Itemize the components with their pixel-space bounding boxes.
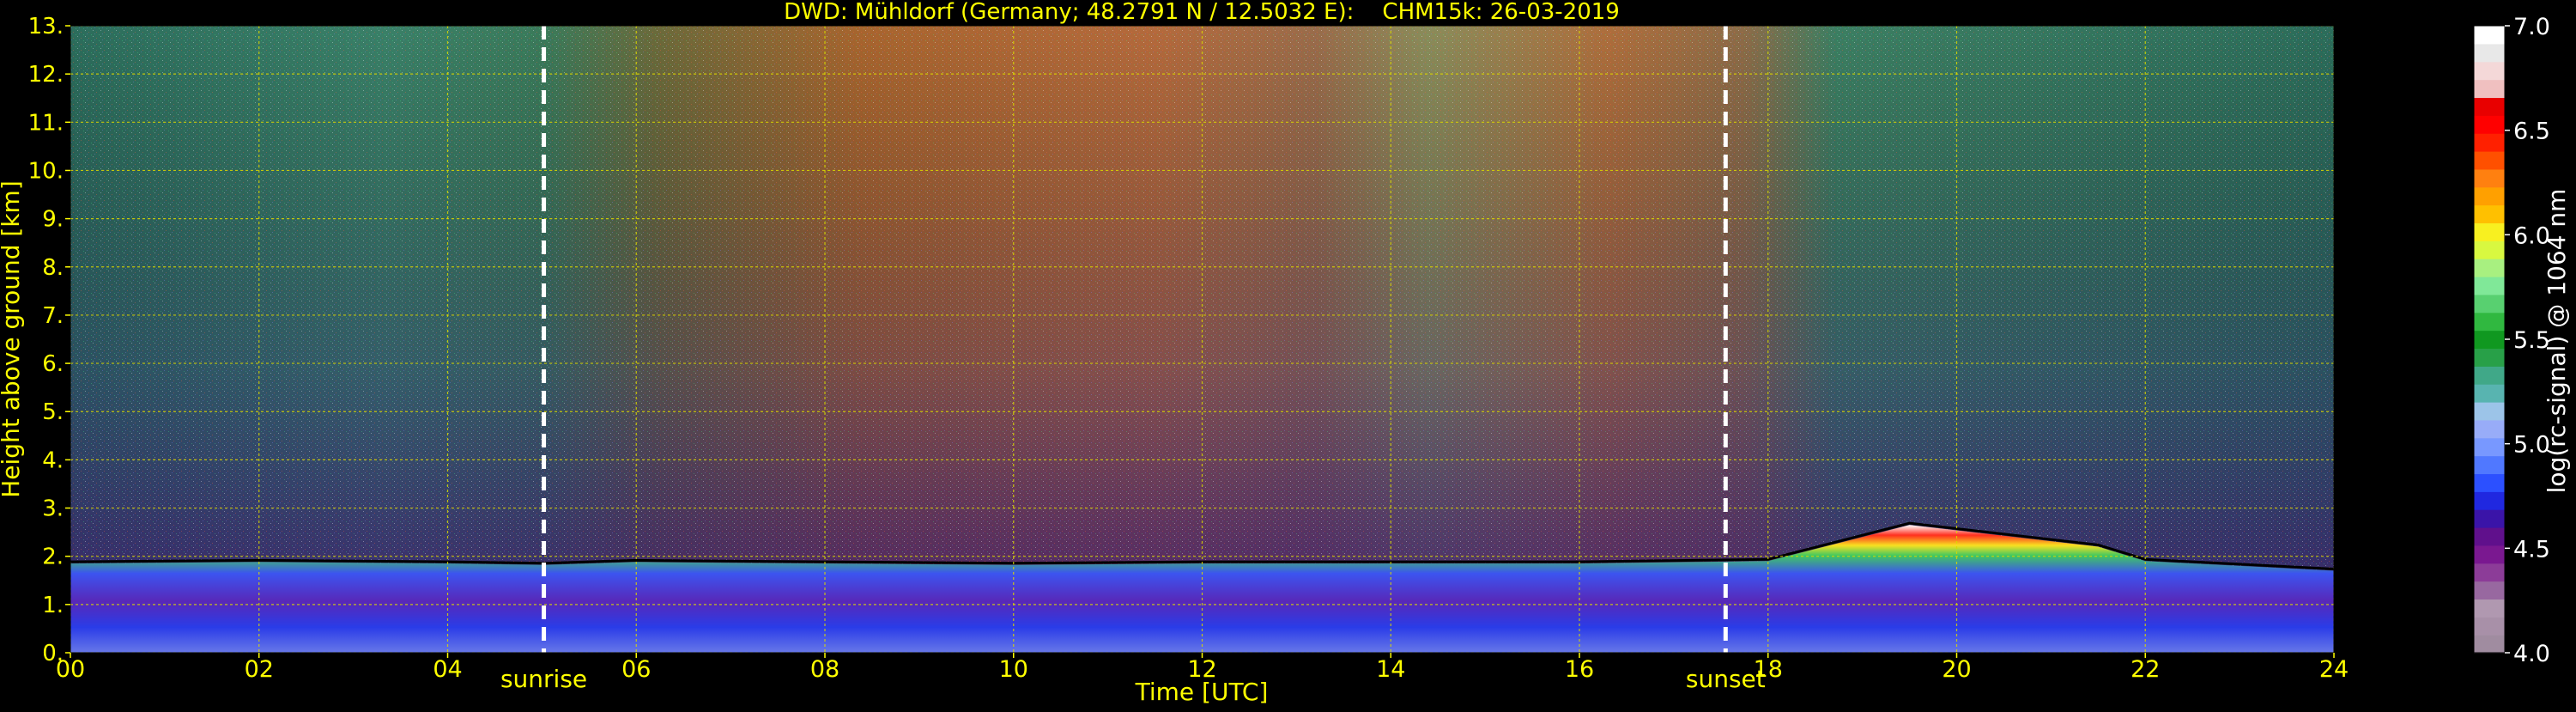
y-tick-label: 4.	[42, 447, 64, 473]
colorbar-segment	[2474, 617, 2505, 636]
chart-title: DWD: Mühldorf (Germany; 48.2791 N / 12.5…	[784, 0, 1620, 25]
colorbar-segment	[2474, 277, 2505, 295]
x-tick-label: 22	[2131, 656, 2160, 683]
y-tick-label: 8.	[42, 255, 64, 281]
colorbar-segment	[2474, 26, 2505, 45]
colorbar-segment	[2474, 240, 2505, 259]
sunrise-label: sunrise	[500, 665, 587, 693]
colorbar-segment	[2474, 186, 2505, 206]
sunset-label: sunset	[1686, 665, 1766, 693]
y-tick-label: 13.	[28, 14, 64, 40]
colorbar-segment	[2474, 527, 2505, 546]
colorbar-segment	[2474, 115, 2505, 134]
y-tick-label: 10.	[28, 158, 64, 184]
x-tick-label: 08	[810, 656, 839, 683]
y-tick-label: 1.	[42, 593, 64, 618]
colorbar-segment	[2474, 599, 2505, 618]
colorbar-segment	[2474, 79, 2505, 99]
x-tick-label: 20	[1942, 656, 1971, 683]
x-tick-label: 24	[2319, 656, 2349, 683]
y-tick-label: 9.	[42, 207, 64, 233]
y-tick-label: 6.	[42, 351, 64, 377]
colorbar-segment	[2474, 43, 2505, 63]
colorbar-segment	[2474, 168, 2505, 188]
chart-svg: 0.1.2.3.4.5.6.7.8.9.10.11.12.13. 00 02 04 0…	[0, 0, 2571, 706]
colorbar-tick-label: 7.0	[2513, 14, 2550, 40]
colorbar-segment	[2474, 581, 2505, 600]
y-tick-label: 5.	[42, 399, 64, 425]
colorbar-segment	[2474, 545, 2505, 564]
colorbar-tick-label: 4.0	[2513, 641, 2550, 667]
colorbar-segment	[2474, 402, 2505, 421]
colorbar-segment	[2474, 204, 2505, 224]
colorbar-segment	[2474, 384, 2505, 403]
x-axis-label: Time [UTC]	[1135, 678, 1269, 706]
y-tick-label: 2.	[42, 545, 64, 570]
colorbar-segment	[2474, 437, 2505, 457]
colorbar-segment	[2474, 133, 2505, 152]
colorbar-segment	[2474, 491, 2505, 510]
y-axis-ticks: 0.1.2.3.4.5.6.7.8.9.10.11.12.13.	[28, 14, 70, 666]
colorbar-segment	[2474, 222, 2505, 241]
colorbar-segment	[2474, 330, 2505, 350]
x-tick-label: 02	[245, 656, 274, 683]
x-tick-label: 04	[433, 656, 462, 683]
x-tick-label: 06	[621, 656, 651, 683]
y-tick-label: 7.	[42, 303, 64, 329]
colorbar-segment	[2474, 635, 2505, 654]
colorbar-tick-label: 4.5	[2513, 536, 2550, 563]
colorbar-segment	[2474, 294, 2505, 313]
y-tick-label: 3.	[42, 496, 64, 522]
ceilometer-chart: 0. 1. 2. 3. 4. 5. 6. 7. 8. 9. 10. 11. 12. 13. 00 02 04 0…	[0, 0, 2576, 708]
colorbar-label: log(rc-signal) @ 1064 nm	[2543, 189, 2571, 494]
colorbar-segment	[2474, 366, 2505, 385]
y-axis-label: Height above ground [km]	[0, 180, 25, 498]
x-tick-label: 00	[56, 656, 85, 683]
colorbar-tick-label: 6.5	[2513, 119, 2550, 145]
colorbar-segment	[2474, 312, 2505, 332]
colorbar-segment	[2474, 455, 2505, 475]
colorbar-segment	[2474, 473, 2505, 492]
y-tick-label: 11.	[28, 110, 64, 136]
colorbar-segment	[2474, 563, 2505, 582]
colorbar-segment	[2474, 348, 2505, 367]
colorbar-segment	[2474, 509, 2505, 528]
colorbar-segment	[2474, 151, 2505, 170]
y-tick-label: 12.	[28, 62, 64, 88]
colorbar-segment	[2474, 419, 2505, 439]
x-tick-label: 10	[999, 656, 1028, 683]
plot-area	[70, 26, 2334, 653]
colorbar-segment	[2474, 61, 2505, 81]
x-tick-label: 14	[1376, 656, 1405, 683]
x-tick-label: 16	[1565, 656, 1594, 683]
colorbar-segment	[2474, 259, 2505, 277]
colorbar	[2473, 25, 2506, 654]
colorbar-segment	[2474, 97, 2505, 116]
